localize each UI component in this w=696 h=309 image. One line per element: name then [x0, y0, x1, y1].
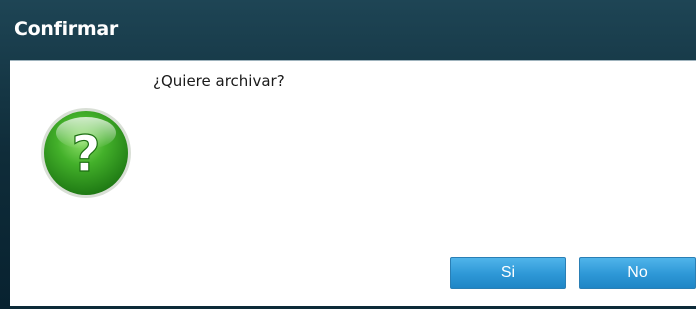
svg-text:?: ? — [71, 125, 100, 183]
question-icon: ? — [41, 108, 131, 198]
dialog-body: ¿Quiere archivar? ? Si No — [10, 60, 696, 307]
confirm-dialog: Confirmar ¿Quiere archivar? ? Si No — [0, 0, 696, 309]
no-button[interactable]: No — [579, 257, 696, 289]
dialog-title: Confirmar — [14, 18, 118, 40]
yes-button[interactable]: Si — [450, 257, 566, 289]
dialog-message: ¿Quiere archivar? — [153, 72, 285, 90]
dialog-title-bar[interactable]: Confirmar — [0, 0, 696, 60]
